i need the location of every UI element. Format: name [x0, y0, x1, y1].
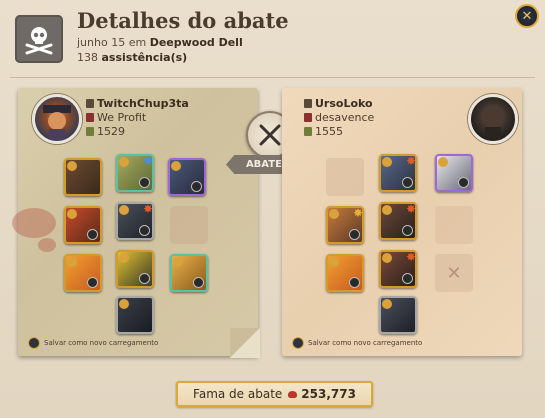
quantity-badge: [402, 273, 413, 284]
page-fold: [230, 328, 260, 358]
tier-badge: [119, 205, 129, 215]
quantity-badge: [193, 277, 204, 288]
empty-bag-slot: [326, 158, 364, 196]
assist-label: assistência(s): [101, 51, 188, 64]
item-power-icon: [86, 127, 94, 136]
killer-avatar[interactable]: [32, 94, 82, 144]
equip-bag[interactable]: [64, 158, 102, 196]
assist-count: 138: [77, 51, 98, 64]
quantity-badge: [139, 225, 150, 236]
star-icon: ✸: [142, 154, 153, 168]
quantity-badge: [349, 229, 360, 240]
equip-mount[interactable]: [379, 296, 417, 334]
victim-name[interactable]: UrsoLoko: [304, 97, 373, 110]
close-button[interactable]: ✕: [515, 4, 539, 28]
player-icon: [86, 99, 94, 108]
player-icon: [304, 99, 312, 108]
tier-badge: [67, 161, 77, 171]
assist-summary: 138 assistência(s): [77, 51, 187, 64]
close-icon: ✕: [521, 8, 533, 24]
kill-location: Deepwood Dell: [149, 36, 243, 49]
empty-food-slot: ✕: [435, 254, 473, 292]
quantity-badge: [349, 277, 360, 288]
killer-guild[interactable]: We Profit: [86, 111, 146, 124]
killer-name[interactable]: TwitchChup3ta: [86, 97, 189, 110]
quantity-badge: [402, 177, 413, 188]
kill-date-location: junho 15 em Deepwood Dell: [77, 36, 243, 49]
equip-head[interactable]: ✸: [116, 154, 154, 192]
tier-badge: [67, 257, 77, 267]
equip-potion[interactable]: [64, 254, 102, 292]
blood-stain: [38, 238, 56, 252]
fame-label: Fama de abate: [193, 387, 283, 401]
tier-badge: [329, 209, 339, 219]
tier-badge: [329, 257, 339, 267]
equip-main-hand[interactable]: [64, 206, 102, 244]
kill-details-window: Detalhes do abate junho 15 em Deepwood D…: [0, 0, 545, 418]
header-divider: [10, 77, 535, 78]
guild-icon: [86, 113, 94, 122]
equip-cape[interactable]: [435, 154, 473, 192]
killer-item-power: 1529: [86, 125, 125, 138]
fame-value: 253,773: [301, 387, 356, 401]
guild-icon: [304, 113, 312, 122]
victim-panel: UrsoLoko desavence 1555 ✸ ✸ ✸ ✸ ✕ Salvar…: [282, 88, 522, 356]
equip-shoes[interactable]: [116, 250, 154, 288]
tier-badge: [119, 299, 129, 309]
tier-badge: [67, 209, 77, 219]
tier-badge: [382, 299, 392, 309]
empty-offhand-slot: [170, 206, 208, 244]
tier-badge: [382, 157, 392, 167]
killer-panel: TwitchChup3ta We Profit 1529 ✸ ✸ Salvar …: [12, 88, 260, 358]
tier-badge: [171, 161, 181, 171]
page-title: Detalhes do abate: [77, 8, 289, 33]
tier-badge: [173, 257, 183, 267]
save-loadout-button[interactable]: Salvar como novo carregamento: [28, 337, 158, 349]
tier-badge: [438, 157, 448, 167]
blood-stain: [12, 208, 56, 238]
star-icon: ✸: [405, 202, 416, 216]
victim-guild[interactable]: desavence: [304, 111, 374, 124]
tier-badge: [119, 157, 129, 167]
item-power-icon: [304, 127, 312, 136]
star-icon: ✸: [352, 206, 363, 220]
star-icon: ✸: [142, 202, 153, 216]
quantity-badge: [139, 273, 150, 284]
star-icon: ✸: [405, 250, 416, 264]
quantity-badge: [402, 225, 413, 236]
skull-crossbones-icon: [15, 15, 63, 63]
equip-armor[interactable]: ✸: [116, 202, 154, 240]
equip-cape[interactable]: [168, 158, 206, 196]
quantity-badge: [87, 229, 98, 240]
loadout-save-icon: [292, 337, 304, 349]
tier-badge: [382, 205, 392, 215]
equip-mount[interactable]: [116, 296, 154, 334]
quantity-badge: [87, 277, 98, 288]
equip-main-hand[interactable]: ✸: [326, 206, 364, 244]
kill-fame-bar: Fama de abate 253,773: [176, 381, 373, 407]
star-icon: ✸: [405, 154, 416, 168]
quantity-badge: [139, 177, 150, 188]
equip-armor[interactable]: ✸: [379, 202, 417, 240]
loadout-save-icon: [28, 337, 40, 349]
quantity-badge: [458, 177, 469, 188]
equip-shoes[interactable]: ✸: [379, 250, 417, 288]
kill-date: junho 15 em: [77, 36, 147, 49]
fame-gem-icon: [288, 390, 298, 398]
equip-food[interactable]: [170, 254, 208, 292]
quantity-badge: [191, 181, 202, 192]
tier-badge: [119, 253, 129, 263]
save-loadout-button[interactable]: Salvar como novo carregamento: [292, 337, 422, 349]
empty-offhand-slot: [435, 206, 473, 244]
equip-head[interactable]: ✸: [379, 154, 417, 192]
victim-avatar[interactable]: [468, 94, 518, 144]
victim-item-power: 1555: [304, 125, 343, 138]
tier-badge: [382, 253, 392, 263]
equip-potion[interactable]: [326, 254, 364, 292]
